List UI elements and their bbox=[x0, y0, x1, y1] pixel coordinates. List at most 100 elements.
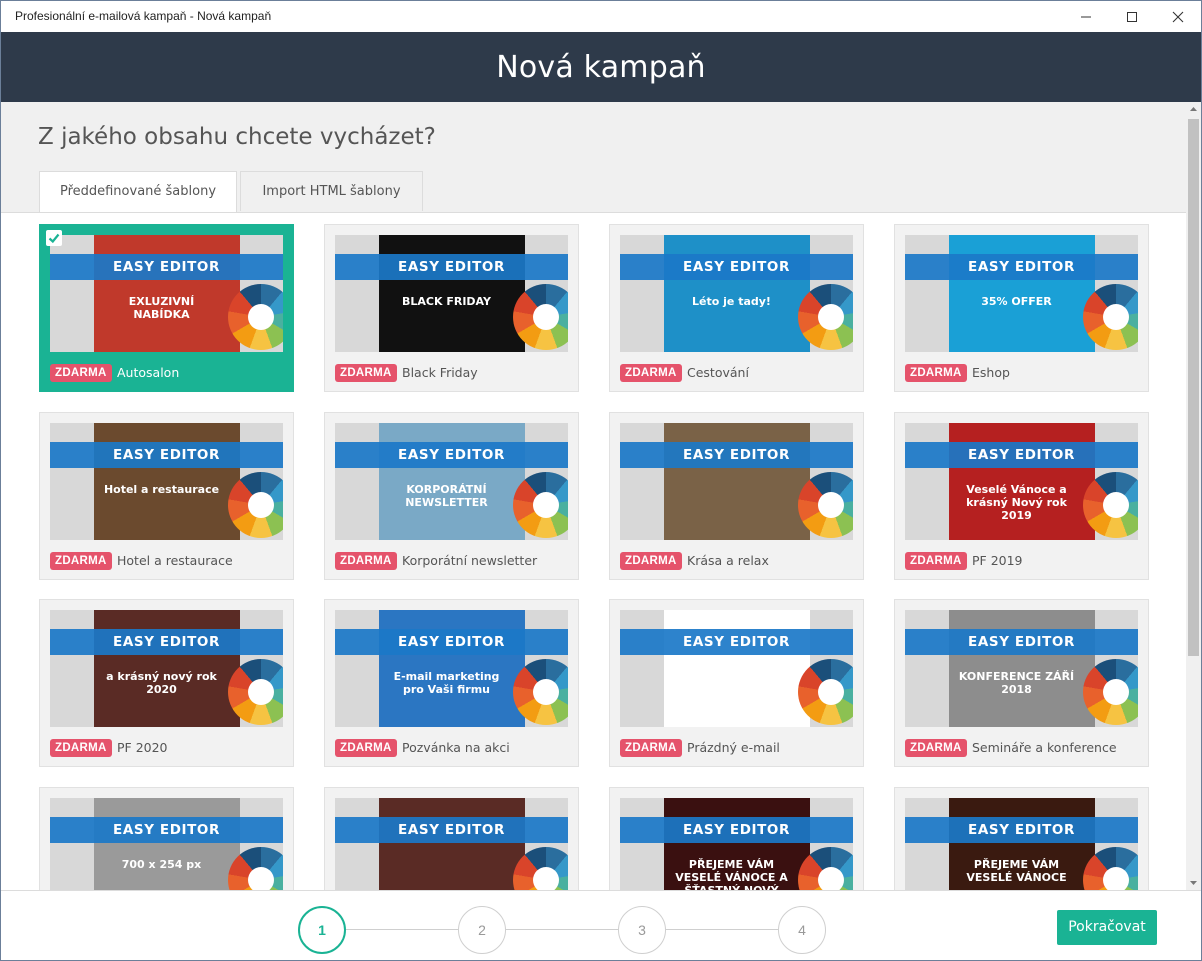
template-preview: E-mail marketing pro Vaši firmu EASY EDIT… bbox=[335, 610, 568, 727]
template-preview: 35% OFFER EASY EDITOR bbox=[905, 235, 1138, 352]
template-preview-image bbox=[94, 798, 240, 890]
free-badge: ZDARMA bbox=[905, 739, 967, 757]
window-title: Profesionální e-mailová kampaň - Nová ka… bbox=[15, 9, 272, 23]
free-badge: ZDARMA bbox=[620, 739, 682, 757]
template-card[interactable]: PŘEJEME VÁM VESELÉ VÁNOCE EASY EDITOR bbox=[894, 787, 1149, 890]
free-badge: ZDARMA bbox=[620, 552, 682, 570]
template-preview-image bbox=[94, 423, 240, 540]
continue-button[interactable]: Pokračovat bbox=[1057, 910, 1157, 945]
app-window: Profesionální e-mailová kampaň - Nová ka… bbox=[0, 0, 1202, 961]
template-preview-image bbox=[664, 423, 810, 540]
easy-editor-banner: EASY EDITOR bbox=[905, 254, 1138, 280]
template-name: Korporátní newsletter bbox=[402, 553, 538, 568]
template-card[interactable]: E-mail marketing pro Vaši firmu EASY EDIT… bbox=[324, 599, 579, 767]
scrollbar-thumb[interactable] bbox=[1188, 119, 1199, 656]
template-preview-image bbox=[664, 235, 810, 352]
free-badge: ZDARMA bbox=[50, 739, 112, 757]
main-content: Z jakého obsahu chcete vycházet? Předdef… bbox=[1, 102, 1186, 890]
template-card[interactable]: EASY EDITOR ZDARMA Prázdný e-mail bbox=[609, 599, 864, 767]
easy-editor-banner: EASY EDITOR bbox=[50, 442, 283, 468]
easy-editor-banner: EASY EDITOR bbox=[50, 629, 283, 655]
scroll-down-icon[interactable] bbox=[1186, 875, 1201, 890]
wizard-footer: 1 2 3 4 Pokračovat bbox=[1, 890, 1201, 960]
template-name: Krása a relax bbox=[687, 553, 769, 568]
template-name: Semináře a konference bbox=[972, 740, 1117, 755]
template-name: Pozvánka na akci bbox=[402, 740, 510, 755]
template-card[interactable]: EASY EDITOR bbox=[324, 787, 579, 890]
easy-editor-banner: EASY EDITOR bbox=[905, 629, 1138, 655]
template-name: Eshop bbox=[972, 365, 1010, 380]
step-3: 3 bbox=[618, 906, 666, 954]
template-preview: EASY EDITOR bbox=[335, 798, 568, 890]
page-header: Nová kampaň bbox=[1, 32, 1201, 102]
close-icon bbox=[1172, 11, 1184, 23]
template-preview-image bbox=[379, 423, 525, 540]
template-card[interactable]: BLACK FRIDAY EASY EDITOR ZDARMA Black Frida… bbox=[324, 224, 579, 392]
step-2: 2 bbox=[458, 906, 506, 954]
template-card[interactable]: KORPORÁTNÍ NEWSLETTER EASY EDITOR ZDARMA Ko… bbox=[324, 412, 579, 580]
vertical-scrollbar[interactable] bbox=[1186, 102, 1201, 890]
minimize-icon bbox=[1081, 16, 1091, 18]
close-button[interactable] bbox=[1155, 1, 1201, 32]
easy-editor-banner: EASY EDITOR bbox=[620, 442, 853, 468]
free-badge: ZDARMA bbox=[50, 364, 112, 382]
step-connector bbox=[346, 929, 458, 930]
template-preview: a krásný nový rok 2020 EASY EDITOR bbox=[50, 610, 283, 727]
template-card[interactable]: a krásný nový rok 2020 EASY EDITOR ZDARMA P… bbox=[39, 599, 294, 767]
tab-predefined-templates[interactable]: Předdefinované šablony bbox=[39, 171, 237, 212]
easy-editor-banner: EASY EDITOR bbox=[620, 629, 853, 655]
template-preview-image bbox=[94, 235, 240, 352]
template-name: PF 2019 bbox=[972, 553, 1023, 568]
template-preview: 700 x 254 px EASY EDITOR bbox=[50, 798, 283, 890]
template-card[interactable]: 700 x 254 px EASY EDITOR bbox=[39, 787, 294, 890]
template-card[interactable]: Léto je tady! EASY EDITOR ZDARMA Cestování bbox=[609, 224, 864, 392]
source-question: Z jakého obsahu chcete vycházet? bbox=[38, 124, 436, 150]
easy-editor-banner: EASY EDITOR bbox=[905, 817, 1138, 843]
template-preview: Veselé Vánoce a krásný Nový rok 2019 EASY… bbox=[905, 423, 1138, 540]
template-preview-image bbox=[379, 610, 525, 727]
free-badge: ZDARMA bbox=[335, 552, 397, 570]
free-badge: ZDARMA bbox=[905, 364, 967, 382]
easy-editor-banner: EASY EDITOR bbox=[905, 442, 1138, 468]
template-preview-image bbox=[379, 798, 525, 890]
step-connector bbox=[506, 929, 618, 930]
template-card[interactable]: 35% OFFER EASY EDITOR ZDARMA Eshop bbox=[894, 224, 1149, 392]
template-card[interactable]: PŘEJEME VÁM VESELÉ VÁNOCE A ŠŤASTNÝ NOVÝ… bbox=[609, 787, 864, 890]
free-badge: ZDARMA bbox=[50, 552, 112, 570]
easy-editor-banner: EASY EDITOR bbox=[335, 817, 568, 843]
tab-import-html[interactable]: Import HTML šablony bbox=[240, 171, 423, 211]
easy-editor-banner: EASY EDITOR bbox=[50, 817, 283, 843]
template-card[interactable]: EASY EDITOR ZDARMA Krása a relax bbox=[609, 412, 864, 580]
template-preview: KONFERENCE ZÁŘÍ 2018 EASY EDITOR bbox=[905, 610, 1138, 727]
easy-editor-banner: EASY EDITOR bbox=[50, 254, 283, 280]
page-title: Nová kampaň bbox=[496, 50, 706, 85]
template-name: Black Friday bbox=[402, 365, 478, 380]
template-name: PF 2020 bbox=[117, 740, 168, 755]
template-preview: PŘEJEME VÁM VESELÉ VÁNOCE EASY EDITOR bbox=[905, 798, 1138, 890]
title-bar: Profesionální e-mailová kampaň - Nová ka… bbox=[1, 1, 1201, 32]
easy-editor-banner: EASY EDITOR bbox=[335, 254, 568, 280]
step-4: 4 bbox=[778, 906, 826, 954]
template-preview: EASY EDITOR bbox=[620, 610, 853, 727]
easy-editor-banner: EASY EDITOR bbox=[620, 254, 853, 280]
template-preview-image bbox=[949, 423, 1095, 540]
template-name: Autosalon bbox=[117, 365, 180, 380]
template-card[interactable]: Hotel a restaurace EASY EDITOR ZDARMA Hotel… bbox=[39, 412, 294, 580]
template-preview: Léto je tady! EASY EDITOR bbox=[620, 235, 853, 352]
minimize-button[interactable] bbox=[1063, 1, 1109, 32]
step-connector bbox=[666, 929, 778, 930]
free-badge: ZDARMA bbox=[335, 739, 397, 757]
template-card[interactable]: Veselé Vánoce a krásný Nový rok 2019 EASY… bbox=[894, 412, 1149, 580]
maximize-button[interactable] bbox=[1109, 1, 1155, 32]
template-card[interactable]: KONFERENCE ZÁŘÍ 2018 EASY EDITOR ZDARMA Sem… bbox=[894, 599, 1149, 767]
scroll-up-icon[interactable] bbox=[1186, 102, 1201, 117]
free-badge: ZDARMA bbox=[905, 552, 967, 570]
template-name: Prázdný e-mail bbox=[687, 740, 780, 755]
template-preview: EASY EDITOR bbox=[620, 423, 853, 540]
easy-editor-banner: EASY EDITOR bbox=[620, 817, 853, 843]
free-badge: ZDARMA bbox=[335, 364, 397, 382]
template-preview-image bbox=[949, 610, 1095, 727]
template-card[interactable]: EXLUZIVNÍ NABÍDKA EASY EDITOR ZDARMA Autosa… bbox=[39, 224, 294, 392]
maximize-icon bbox=[1127, 12, 1137, 22]
template-preview-image bbox=[379, 235, 525, 352]
